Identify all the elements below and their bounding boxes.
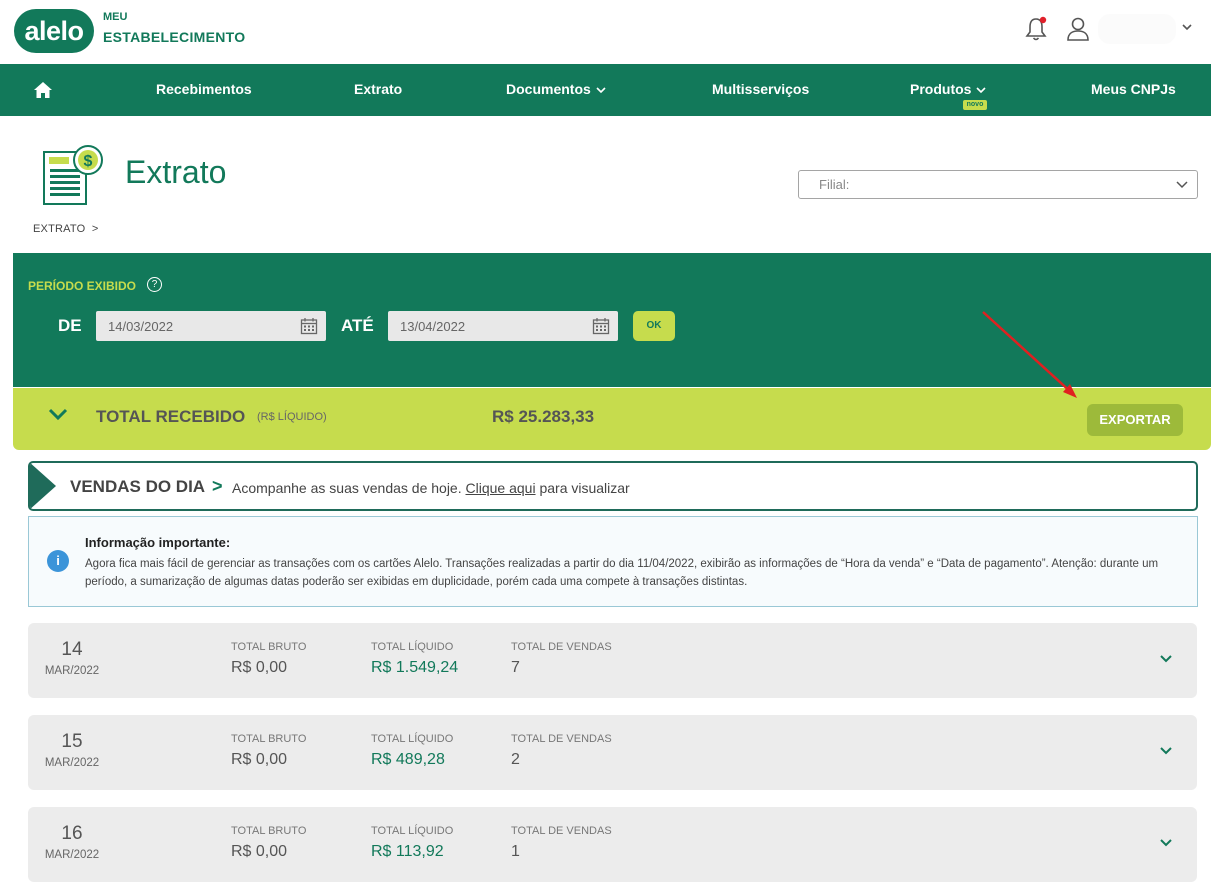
- date-to-input[interactable]: 13/04/2022: [388, 311, 618, 341]
- chevron-down-icon: [1176, 181, 1188, 189]
- period-panel: PERÍODO EXIBIDO ? DE 14/03/2022 ATÉ 13/0…: [13, 253, 1211, 387]
- day-row[interactable]: 15 MAR/2022 TOTAL BRUTO R$ 0,00 TOTAL LÍ…: [28, 715, 1197, 790]
- total-received-sub: (R$ LÍQUIDO): [257, 411, 327, 423]
- chevron-right-icon: >: [212, 476, 223, 496]
- export-button[interactable]: EXPORTAR: [1087, 404, 1183, 436]
- total-bruto-value: R$ 0,00: [231, 751, 288, 768]
- total-liquido-label: TOTAL LÍQUIDO: [371, 825, 454, 837]
- ok-button[interactable]: OK: [633, 311, 675, 341]
- day-number: 15: [61, 731, 83, 752]
- nav-multisservicos[interactable]: Multisserviços: [712, 81, 809, 97]
- novo-badge: novo: [963, 100, 987, 110]
- vendas-do-dia-banner[interactable]: VENDAS DO DIA > Acompanhe as suas vendas…: [28, 461, 1198, 511]
- total-liquido-label: TOTAL LÍQUIDO: [371, 733, 454, 745]
- main-nav: Recebimentos Extrato Documentos Multisse…: [0, 64, 1211, 116]
- clique-aqui-link[interactable]: Clique aqui: [466, 480, 536, 496]
- nav-extrato[interactable]: Extrato: [354, 81, 402, 97]
- page-title: Extrato: [125, 154, 227, 190]
- day-row[interactable]: 14 MAR/2022 TOTAL BRUTO R$ 0,00 TOTAL LÍ…: [28, 623, 1197, 698]
- total-bruto-label: TOTAL BRUTO: [231, 825, 307, 837]
- user-icon[interactable]: [1066, 16, 1090, 42]
- day-month: MAR/2022: [44, 849, 100, 861]
- chevron-down-icon[interactable]: [47, 406, 69, 422]
- vendas-do-dia-title: VENDAS DO DIA: [70, 477, 206, 496]
- nav-recebimentos[interactable]: Recebimentos: [156, 81, 252, 97]
- filial-select[interactable]: Filial:: [798, 170, 1198, 199]
- chevron-down-icon[interactable]: [1180, 20, 1194, 34]
- brand-title: ESTABELECIMENTO: [103, 29, 246, 45]
- total-bruto-label: TOTAL BRUTO: [231, 641, 307, 653]
- total-bruto-label: TOTAL BRUTO: [231, 733, 307, 745]
- day-number: 16: [61, 823, 83, 844]
- total-received-value: R$ 25.283,33: [492, 407, 595, 426]
- total-received-label: TOTAL RECEBIDO: [96, 407, 246, 426]
- info-title: Informação importante:: [85, 535, 231, 550]
- user-name-redacted: [1098, 14, 1176, 44]
- total-bruto-value: R$ 0,00: [231, 843, 288, 860]
- day-row[interactable]: 16 MAR/2022 TOTAL BRUTO R$ 0,00 TOTAL LÍ…: [28, 807, 1197, 882]
- vendas-do-dia-text: Acompanhe as suas vendas de hoje. Clique…: [232, 480, 630, 496]
- brand-subtitle: MEU: [103, 11, 128, 23]
- total-vendas-value: 7: [511, 659, 520, 676]
- svg-text:$: $: [84, 153, 93, 170]
- nav-documentos[interactable]: Documentos: [506, 81, 607, 97]
- nav-meus-cnpjs[interactable]: Meus CNPJs: [1091, 81, 1176, 97]
- date-to-label: ATÉ: [341, 316, 374, 335]
- day-number: 14: [61, 639, 83, 660]
- top-header: alelo MEU ESTABELECIMENTO: [0, 0, 1211, 64]
- nav-produtos[interactable]: Produtos: [910, 81, 987, 97]
- day-month: MAR/2022: [44, 757, 100, 769]
- calendar-icon[interactable]: [300, 317, 318, 335]
- info-text: Agora fica mais fácil de gerenciar as tr…: [85, 558, 1159, 588]
- total-liquido-label: TOTAL LÍQUIDO: [371, 641, 454, 653]
- chevron-down-icon: [976, 87, 987, 94]
- total-vendas-label: TOTAL DE VENDAS: [511, 825, 612, 837]
- statement-document-icon: $: [43, 145, 103, 205]
- home-icon[interactable]: [33, 81, 53, 99]
- date-from-input[interactable]: 14/03/2022: [96, 311, 326, 341]
- calendar-icon[interactable]: [592, 317, 610, 335]
- period-label: PERÍODO EXIBIDO: [28, 279, 137, 293]
- total-bruto-value: R$ 0,00: [231, 659, 288, 676]
- chevron-down-icon[interactable]: [1159, 838, 1173, 848]
- alelo-logo[interactable]: alelo: [14, 9, 94, 53]
- total-liquido-value: R$ 489,28: [371, 751, 445, 768]
- total-vendas-value: 2: [511, 751, 520, 768]
- important-info-box: i Informação importante: Agora fica mais…: [28, 516, 1198, 607]
- chevron-down-icon[interactable]: [1159, 654, 1173, 664]
- help-icon[interactable]: ?: [147, 277, 162, 292]
- total-liquido-value: R$ 1.549,24: [371, 659, 459, 676]
- total-vendas-label: TOTAL DE VENDAS: [511, 733, 612, 745]
- filial-label: Filial:: [819, 177, 850, 192]
- total-received-bar: TOTAL RECEBIDO (R$ LÍQUIDO) R$ 25.283,33…: [13, 388, 1211, 450]
- total-vendas-value: 1: [511, 843, 520, 860]
- breadcrumb[interactable]: EXTRATO >: [33, 223, 98, 235]
- total-vendas-label: TOTAL DE VENDAS: [511, 641, 612, 653]
- bell-icon[interactable]: [1024, 16, 1048, 42]
- banner-arrow-shape: [30, 463, 56, 509]
- day-month: MAR/2022: [44, 665, 100, 677]
- info-icon: i: [47, 550, 69, 572]
- chevron-down-icon: [596, 87, 606, 94]
- date-from-label: DE: [58, 316, 82, 335]
- chevron-down-icon[interactable]: [1159, 746, 1173, 756]
- total-liquido-value: R$ 113,92: [371, 843, 444, 860]
